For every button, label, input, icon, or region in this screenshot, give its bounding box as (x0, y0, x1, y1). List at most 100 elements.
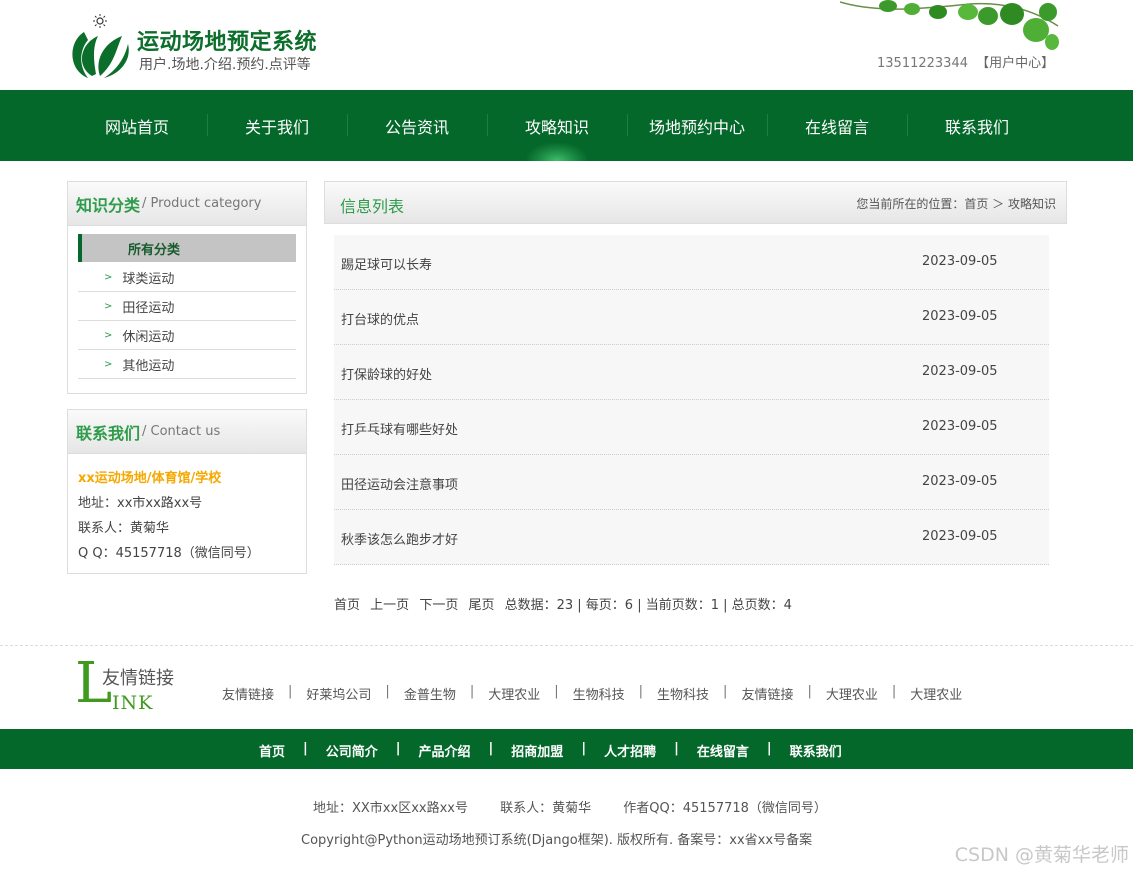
list-item-title[interactable]: 田径运动会注意事项 (341, 474, 458, 493)
list-item-date: 2023-09-05 (922, 419, 998, 434)
friend-link[interactable]: 大理农业 (910, 684, 962, 703)
friend-link[interactable]: 友情链接 (222, 684, 274, 703)
footer-nav-company[interactable]: 公司简介 (326, 741, 378, 760)
separator: | (674, 741, 679, 756)
contact-panel-header: 联系我们 / Contact us (68, 410, 306, 454)
footer-info: 地址：XX市xx区xx路xx号 联系人：黄菊华 作者QQ：45157718（微信… (313, 797, 855, 816)
chevron-right-icon: > (104, 271, 113, 283)
list-item[interactable]: 踢足球可以长寿 2023-09-05 (334, 235, 1049, 290)
separator: | (469, 684, 475, 699)
nav-about[interactable]: 关于我们 (207, 90, 347, 161)
nav-home[interactable]: 网站首页 (67, 90, 207, 161)
pagination: 首页 上一页 下一页 尾页 总数据：23 | 每页：6 | 当前页数：1 | 总… (334, 594, 798, 613)
friend-links: 友情链接 | 好莱坞公司 | 金普生物 | 大理农业 | 生物科技 | 生物科技 | 友情链… (222, 684, 962, 703)
list-item-date: 2023-09-05 (922, 529, 998, 544)
category-item[interactable]: > 休闲运动 (78, 321, 296, 350)
list-header: 信息列表 您当前所在的位置：首页 ＞ 攻略知识 (324, 181, 1067, 224)
friend-link[interactable]: 大理农业 (488, 684, 540, 703)
list-item-title[interactable]: 打乒乓球有哪些好处 (341, 419, 458, 438)
category-item-label: 其他运动 (122, 358, 175, 374)
leaves-decoration-icon (840, 0, 1059, 50)
list-item[interactable]: 田径运动会注意事项 2023-09-05 (334, 455, 1049, 510)
link-logo-en: INK (112, 692, 154, 714)
footer-nav-home[interactable]: 首页 (259, 741, 285, 760)
list-item-title[interactable]: 打保龄球的好处 (341, 364, 432, 383)
list-item-date: 2023-09-05 (922, 474, 998, 489)
divider (0, 645, 1133, 646)
contact-title-en: / Contact us (142, 424, 221, 439)
friend-link[interactable]: 友情链接 (741, 684, 793, 703)
contact-qq: Q Q：45157718（微信同号） (78, 546, 260, 561)
list-item[interactable]: 打保龄球的好处 2023-09-05 (334, 345, 1049, 400)
friend-link[interactable]: 生物科技 (573, 684, 625, 703)
contact-address: 地址：xx市xx路xx号 (78, 496, 203, 511)
friend-link[interactable]: 大理农业 (826, 684, 878, 703)
footer-nav-franchise[interactable]: 招商加盟 (511, 741, 563, 760)
category-item[interactable]: > 球类运动 (78, 263, 296, 292)
header-contact: 13511223344 【用户中心】 (877, 52, 1054, 71)
category-all[interactable]: 所有分类 (78, 234, 296, 262)
footer-nav-products[interactable]: 产品介绍 (419, 741, 471, 760)
nav-message[interactable]: 在线留言 (767, 90, 907, 161)
article-list: 踢足球可以长寿 2023-09-05 打台球的优点 2023-09-05 打保龄球的… (334, 235, 1049, 565)
list-item[interactable]: 秋季该怎么跑步才好 2023-09-05 (334, 510, 1049, 565)
list-item-title[interactable]: 打台球的优点 (341, 309, 419, 328)
category-title: 知识分类 (76, 195, 141, 215)
friend-link[interactable]: 生物科技 (657, 684, 709, 703)
footer-qq: 作者QQ：45157718（微信同号） (623, 801, 827, 816)
friend-link[interactable]: 金普生物 (404, 684, 456, 703)
category-item[interactable]: > 田径运动 (78, 292, 296, 321)
chevron-right-icon: > (104, 300, 113, 312)
list-item-date: 2023-09-05 (922, 309, 998, 324)
chevron-right-icon: > (104, 329, 113, 341)
separator: | (488, 741, 494, 756)
category-panel-header: 知识分类 / Product category (68, 182, 306, 226)
list-item-title[interactable]: 踢足球可以长寿 (341, 254, 432, 273)
contact-person: 联系人：黄菊华 (78, 521, 170, 536)
footer-copyright: Copyright@Python运动场地预订系统(Django框架). 版权所有… (301, 833, 813, 848)
category-panel: 知识分类 / Product category 所有分类 > 球类运动 > 田径运动… (67, 181, 307, 394)
user-center-link[interactable]: 【用户中心】 (976, 56, 1054, 71)
link-logo: L 友情链接 INK (75, 656, 185, 718)
separator: | (807, 684, 812, 699)
pager-info: 总数据：23 | 每页：6 | 当前页数：1 | 总页数：4 (504, 598, 792, 613)
separator: | (723, 684, 728, 699)
site-title: 运动场地预定系统 (137, 30, 318, 55)
category-item-label: 休闲运动 (122, 329, 175, 345)
contact-title: 联系我们 (76, 423, 141, 443)
friend-link[interactable]: 好莱坞公司 (306, 684, 371, 703)
watermark: CSDN @黄菊华老师 (954, 844, 1129, 866)
footer-nav-message[interactable]: 在线留言 (697, 741, 749, 760)
category-item-label: 球类运动 (122, 271, 175, 287)
contact-org: xx运动场地/体育馆/学校 (78, 471, 222, 486)
chevron-right-icon: > (104, 358, 113, 370)
footer-nav-contact[interactable]: 联系我们 (790, 741, 842, 760)
separator: | (288, 684, 293, 699)
separator: | (891, 684, 897, 699)
leaf-logo-icon (72, 14, 129, 78)
contact-panel: 联系我们 / Contact us xx运动场地/体育馆/学校 地址：xx市xx… (67, 409, 307, 574)
list-item-date: 2023-09-05 (922, 364, 998, 379)
nav-booking[interactable]: 场地预约中心 (627, 90, 767, 161)
nav-news[interactable]: 公告资讯 (347, 90, 487, 161)
list-item[interactable]: 打乒乓球有哪些好处 2023-09-05 (334, 400, 1049, 455)
pager-prev[interactable]: 上一页 (370, 598, 409, 613)
pager-next[interactable]: 下一页 (419, 598, 458, 613)
nav-guides[interactable]: 攻略知识 (487, 90, 627, 161)
nav-contact[interactable]: 联系我们 (907, 90, 1047, 161)
list-item-date: 2023-09-05 (922, 254, 998, 269)
separator: | (385, 684, 390, 699)
category-item[interactable]: > 其他运动 (78, 350, 296, 379)
pager-first[interactable]: 首页 (334, 598, 360, 613)
separator: | (303, 741, 308, 756)
separator: | (395, 741, 401, 756)
footer-nav: 首页 | 公司简介 | 产品介绍 | 招商加盟 | 人才招聘 | 在线留言 | 联系我们 (0, 729, 1133, 769)
footer-nav-jobs[interactable]: 人才招聘 (604, 741, 656, 760)
separator: | (766, 741, 772, 756)
list-item-title[interactable]: 秋季该怎么跑步才好 (341, 529, 458, 548)
header-phone: 13511223344 (877, 56, 968, 71)
pager-last[interactable]: 尾页 (468, 598, 494, 613)
list-item[interactable]: 打台球的优点 2023-09-05 (334, 290, 1049, 345)
footer-address: 地址：XX市xx区xx路xx号 (313, 801, 468, 816)
site-header: 运动场地预定系统 用户.场地.介绍.预约.点评等 13511223344 【用户… (0, 0, 1133, 90)
